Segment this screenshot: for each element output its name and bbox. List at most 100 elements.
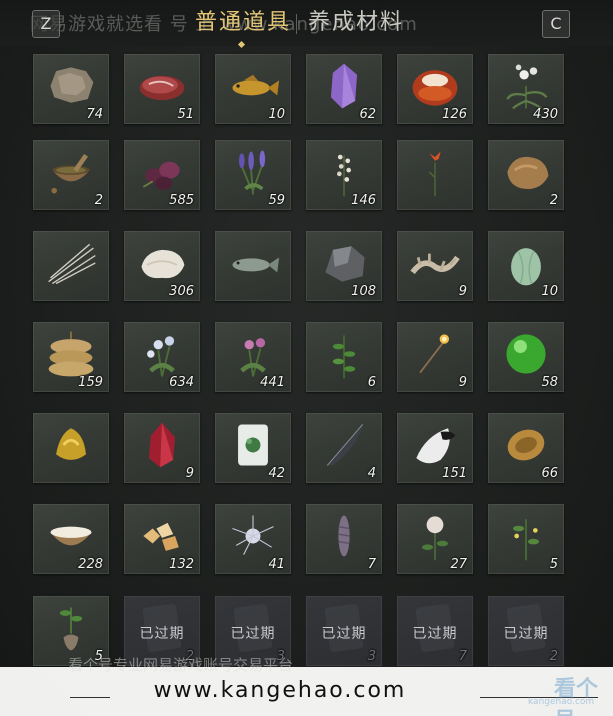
inventory-slot[interactable]: 228 bbox=[33, 504, 109, 574]
pink-flower-herb-icon bbox=[240, 338, 266, 377]
grain-sacks-icon bbox=[48, 331, 94, 377]
yellow-flower-herb-icon bbox=[512, 519, 540, 561]
inventory-slot[interactable]: 74 bbox=[33, 54, 109, 124]
inventory-slot[interactable]: 10 bbox=[215, 54, 291, 124]
item-count: 585 bbox=[169, 193, 194, 208]
item-count: 7 bbox=[458, 649, 467, 664]
inventory-slot[interactable]: 42 bbox=[215, 413, 291, 483]
item-count: 430 bbox=[533, 107, 558, 122]
inventory-slot[interactable]: 已过期 3 bbox=[306, 596, 382, 666]
item-count: 66 bbox=[541, 466, 558, 481]
item-count: 146 bbox=[351, 193, 376, 208]
amethyst-crystal-icon bbox=[330, 63, 358, 109]
item-count: 108 bbox=[351, 284, 376, 299]
item-count: 159 bbox=[78, 375, 103, 390]
inventory-slot[interactable]: 159 bbox=[33, 322, 109, 392]
inventory-slot[interactable] bbox=[397, 140, 473, 210]
green-herb-icon bbox=[332, 335, 356, 379]
inventory-slot[interactable]: 441 bbox=[215, 322, 291, 392]
inventory-slot[interactable]: 9 bbox=[397, 322, 473, 392]
inventory-slot[interactable]: 2 bbox=[488, 140, 564, 210]
inventory-slot[interactable]: 108 bbox=[306, 231, 382, 301]
item-count: 306 bbox=[169, 284, 194, 299]
item-count: 228 bbox=[78, 557, 103, 572]
item-count: 2 bbox=[94, 193, 103, 208]
winter-melon-icon bbox=[511, 248, 541, 286]
item-count: 7 bbox=[367, 557, 376, 572]
item-count: 58 bbox=[541, 375, 558, 390]
white-fleece-icon bbox=[141, 249, 185, 279]
golden-carp-icon bbox=[232, 74, 280, 96]
inventory-slot[interactable]: 132 bbox=[124, 504, 200, 574]
red-agate-stone-icon bbox=[412, 70, 458, 106]
inventory-slot[interactable]: 9 bbox=[124, 413, 200, 483]
inventory-slot[interactable]: 634 bbox=[124, 322, 200, 392]
jade-orb-icon bbox=[506, 334, 546, 374]
logo-text: 看个号 bbox=[554, 677, 599, 716]
item-count: 59 bbox=[268, 193, 285, 208]
expired-label: 已过期 bbox=[321, 626, 367, 642]
inventory-slot[interactable]: 4 bbox=[306, 413, 382, 483]
blue-aster-herb-icon bbox=[147, 336, 175, 377]
raw-meat-icon bbox=[139, 75, 185, 100]
inventory-slot[interactable]: 306 bbox=[124, 231, 200, 301]
inventory-slot[interactable]: 146 bbox=[306, 140, 382, 210]
item-count: 62 bbox=[359, 107, 376, 122]
item-count: 126 bbox=[442, 107, 467, 122]
item-count: 9 bbox=[185, 466, 194, 481]
purple-flower-bundle-icon bbox=[142, 161, 180, 190]
white-orchid-icon bbox=[506, 64, 548, 110]
item-count: 2 bbox=[549, 649, 558, 664]
torch-incense-icon bbox=[419, 334, 449, 374]
iron-ore-icon bbox=[325, 246, 365, 282]
item-count: 10 bbox=[268, 107, 285, 122]
inventory-slot[interactable]: 151 bbox=[397, 413, 473, 483]
inventory-slot[interactable]: 41 bbox=[215, 504, 291, 574]
item-count: 9 bbox=[458, 375, 467, 390]
root-seedling-icon bbox=[59, 607, 83, 651]
inventory-slot[interactable]: 126 bbox=[397, 54, 473, 124]
inventory-slot[interactable]: 5 bbox=[488, 504, 564, 574]
inventory-slot[interactable]: 585 bbox=[124, 140, 200, 210]
item-count: 74 bbox=[86, 107, 103, 122]
inventory-slot[interactable]: 2 bbox=[33, 140, 109, 210]
dark-feather-icon bbox=[326, 424, 364, 466]
inventory-slot[interactable] bbox=[33, 231, 109, 301]
inventory-slot[interactable]: 62 bbox=[306, 54, 382, 124]
item-count: 6 bbox=[367, 375, 376, 390]
bone-fragment-icon bbox=[410, 253, 460, 275]
expired-label: 已过期 bbox=[412, 626, 458, 642]
fox-fur-icon bbox=[507, 156, 549, 190]
logo-url: kangehao.com bbox=[528, 697, 595, 707]
expired-label: 已过期 bbox=[139, 626, 185, 642]
inventory-slot[interactable]: 58 bbox=[488, 322, 564, 392]
inventory-slot[interactable]: 已过期 7 bbox=[397, 596, 473, 666]
inventory-slot[interactable]: 430 bbox=[488, 54, 564, 124]
inventory-slot[interactable]: 66 bbox=[488, 413, 564, 483]
item-count: 51 bbox=[177, 107, 194, 122]
inventory-screen: 网易游戏就选看 号 上 www.kangehao.com Z 普通道具 养成材料… bbox=[0, 0, 613, 716]
inventory-slot[interactable]: 9 bbox=[397, 231, 473, 301]
inventory-slot[interactable]: 已过期 2 bbox=[488, 596, 564, 666]
white-tail-fur-icon bbox=[416, 428, 456, 464]
item-count: 9 bbox=[458, 284, 467, 299]
item-count: 3 bbox=[367, 649, 376, 664]
item-count: 4 bbox=[367, 466, 376, 481]
milk-bowl-icon bbox=[50, 526, 92, 546]
inventory-slot[interactable] bbox=[33, 413, 109, 483]
inventory-slot[interactable]: 59 bbox=[215, 140, 291, 210]
expired-label: 已过期 bbox=[503, 626, 549, 642]
inventory-slot[interactable]: 10 bbox=[488, 231, 564, 301]
watermark-banner: 看个号专业网易游戏账号交易平台 www.kangehao.com 看个号 kan… bbox=[0, 656, 613, 716]
pine-cone-spike-icon bbox=[338, 515, 350, 557]
inventory-slot[interactable]: 27 bbox=[397, 504, 473, 574]
inventory-slot[interactable]: 51 bbox=[124, 54, 200, 124]
rock-sugar-icon bbox=[143, 522, 179, 551]
inventory-slot[interactable]: 6 bbox=[306, 322, 382, 392]
item-count: 27 bbox=[450, 557, 467, 572]
banner-subtext: 看个号专业网易游戏账号交易平台 bbox=[68, 656, 294, 674]
inventory-slot[interactable] bbox=[215, 231, 291, 301]
porcupine-quills-icon bbox=[48, 243, 96, 285]
inventory-slot[interactable]: 7 bbox=[306, 504, 382, 574]
inventory-grid: 74 51 10 62 126 430 2 585 59 146 2 306 108 9 10 159 634 4… bbox=[0, 0, 613, 716]
